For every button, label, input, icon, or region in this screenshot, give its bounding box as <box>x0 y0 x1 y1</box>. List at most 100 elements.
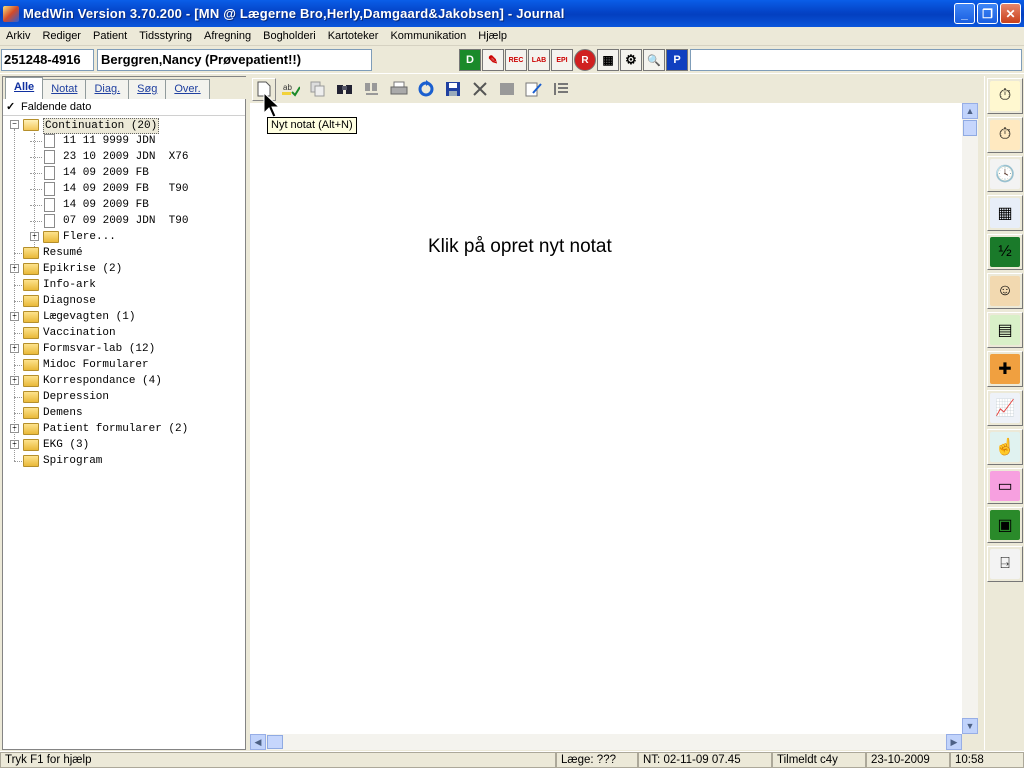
doctor-button[interactable]: ☺ <box>987 273 1023 309</box>
scroll-right-icon[interactable]: ▶ <box>946 734 962 750</box>
document-area[interactable] <box>250 103 962 734</box>
tree-row[interactable]: + Patient formularer (2) <box>3 421 245 437</box>
vertical-scrollbar[interactable]: ▲ ▼ <box>962 103 978 734</box>
horizontal-scrollbar[interactable]: ◀ ▶ <box>250 734 962 750</box>
pink-form-button[interactable]: ▭ <box>987 468 1023 504</box>
p-icon[interactable]: P <box>666 49 688 71</box>
patient-info-field[interactable] <box>690 49 1022 71</box>
tree-row[interactable]: + Flere... <box>3 229 245 245</box>
tree-row[interactable]: Diagnose <box>3 293 245 309</box>
collapse-icon[interactable]: − <box>10 120 19 129</box>
tab-diag[interactable]: Diag. <box>85 79 130 99</box>
tree-label: Epikrise (2) <box>43 263 123 275</box>
blank-icon[interactable] <box>495 78 519 101</box>
tree-row[interactable]: 07 09 2009 JDN T90 <box>3 213 245 229</box>
print-icon[interactable] <box>387 78 411 101</box>
stopwatch-orange-button[interactable]: ⏱ <box>987 117 1023 153</box>
exit-door-button[interactable]: ⍈ <box>987 546 1023 582</box>
tree-row[interactable]: 14 09 2009 FB T90 <box>3 181 245 197</box>
sort-checkbox-label: Faldende dato <box>21 101 92 113</box>
tree-row[interactable]: Demens <box>3 405 245 421</box>
tree-row[interactable]: + Epikrise (2) <box>3 261 245 277</box>
find-next-icon[interactable] <box>360 78 384 101</box>
gear-icon[interactable]: ⚙ <box>620 49 642 71</box>
menu-rediger[interactable]: Rediger <box>36 27 87 46</box>
close-button[interactable]: ✕ <box>1000 3 1021 24</box>
r-icon[interactable]: R <box>574 49 596 71</box>
chart-button[interactable]: 📈 <box>987 390 1023 426</box>
calendar-button[interactable]: ▦ <box>987 195 1023 231</box>
document-icon <box>44 198 55 212</box>
menu-patient[interactable]: Patient <box>87 27 133 46</box>
tab-soeg[interactable]: Søg <box>128 79 167 99</box>
restore-button[interactable]: ❐ <box>977 3 998 24</box>
clock-calendar-button[interactable]: 🕓 <box>987 156 1023 192</box>
d-icon[interactable]: D <box>459 49 481 71</box>
tree-label: Midoc Formularer <box>43 359 149 371</box>
tab-notat[interactable]: Notat <box>42 79 87 99</box>
status-help: Tryk F1 for hjælp <box>0 752 556 768</box>
tree-row[interactable]: Vaccination <box>3 325 245 341</box>
hand-button[interactable]: ☝ <box>987 429 1023 465</box>
cpr-field[interactable]: 251248-4916 <box>1 49 94 71</box>
menu-afregning[interactable]: Afregning <box>198 27 257 46</box>
minimize-button[interactable]: _ <box>954 3 975 24</box>
tree-row[interactable]: − Continuation (20) <box>3 117 245 134</box>
find-icon[interactable] <box>333 78 357 101</box>
menu-bogholderi[interactable]: Bogholderi <box>257 27 322 46</box>
tree-row[interactable]: 14 09 2009 FB <box>3 165 245 181</box>
scroll-thumb[interactable] <box>963 120 977 136</box>
menu-kartoteker[interactable]: Kartoteker <box>322 27 385 46</box>
clock-calendar-icon: 🕓 <box>990 159 1020 189</box>
tree-row[interactable]: 23 10 2009 JDN X76 <box>3 149 245 165</box>
tab-over[interactable]: Over. <box>165 79 210 99</box>
tree-row[interactable]: + Lægevagten (1) <box>3 309 245 325</box>
tree-row[interactable]: Resumé <box>3 245 245 261</box>
save-icon[interactable] <box>441 78 465 101</box>
tree-row[interactable]: 11 11 9999 JDN <box>3 133 245 149</box>
list-icon[interactable] <box>549 78 573 101</box>
document-icon <box>44 182 55 196</box>
tree-row[interactable]: + EKG (3) <box>3 437 245 453</box>
epi-icon[interactable]: EPI <box>551 49 573 71</box>
menu-kommunikation[interactable]: Kommunikation <box>384 27 472 46</box>
half-calendar-button[interactable]: ½ <box>987 234 1023 270</box>
tree-row[interactable]: Info-ark <box>3 277 245 293</box>
folder-icon <box>23 375 39 387</box>
scroll-down-icon[interactable]: ▼ <box>962 718 978 734</box>
menu-tidsstyring[interactable]: Tidsstyring <box>133 27 198 46</box>
tree-connector <box>14 129 15 461</box>
tree-row[interactable]: Depression <box>3 389 245 405</box>
scroll-left-icon[interactable]: ◀ <box>250 734 266 750</box>
injection-button[interactable]: ✚ <box>987 351 1023 387</box>
copy-icon[interactable] <box>306 78 330 101</box>
tree-row[interactable]: Spirogram <box>3 453 245 469</box>
search-icon[interactable]: 🔍 <box>643 49 665 71</box>
status-doctor: Læge: ??? <box>556 752 638 768</box>
tree-row[interactable]: Midoc Formularer <box>3 357 245 373</box>
tools-icon[interactable] <box>468 78 492 101</box>
rec-icon[interactable]: REC <box>505 49 527 71</box>
hscroll-thumb[interactable] <box>267 735 283 749</box>
patient-name-field[interactable]: Berggren,Nancy (Prøvepatient!!) <box>97 49 372 71</box>
tree-row[interactable]: + Korrespondance (4) <box>3 373 245 389</box>
refresh-icon[interactable] <box>414 78 438 101</box>
stopwatch-button[interactable]: ⏱ <box>987 78 1023 114</box>
prescription-edit-icon[interactable]: ✎ <box>482 49 504 71</box>
folder-form-button[interactable]: ▤ <box>987 312 1023 348</box>
tab-alle[interactable]: Alle <box>5 77 44 99</box>
menu-arkiv[interactable]: Arkiv <box>0 27 36 46</box>
half-calendar-icon: ½ <box>990 237 1020 267</box>
lab-icon[interactable]: LAB <box>528 49 550 71</box>
edit-icon[interactable] <box>522 78 546 101</box>
menu-hjaelp[interactable]: Hjælp <box>472 27 513 46</box>
sort-descending-row[interactable]: ✓ Faldende dato <box>3 99 245 116</box>
tree-tabs: Alle Notat Diag. Søg Over. <box>3 77 247 99</box>
tree-row[interactable]: + Formsvar-lab (12) <box>3 341 245 357</box>
scroll-up-icon[interactable]: ▲ <box>962 103 978 119</box>
building-icon[interactable]: ▦ <box>597 49 619 71</box>
tree-row[interactable]: 14 09 2009 FB <box>3 197 245 213</box>
sort-checkbox[interactable]: ✓ <box>6 101 17 113</box>
green-chart-button[interactable]: ▣ <box>987 507 1023 543</box>
patient-toolbar: D ✎ REC LAB EPI R ▦ ⚙ 🔍 P <box>459 49 688 71</box>
